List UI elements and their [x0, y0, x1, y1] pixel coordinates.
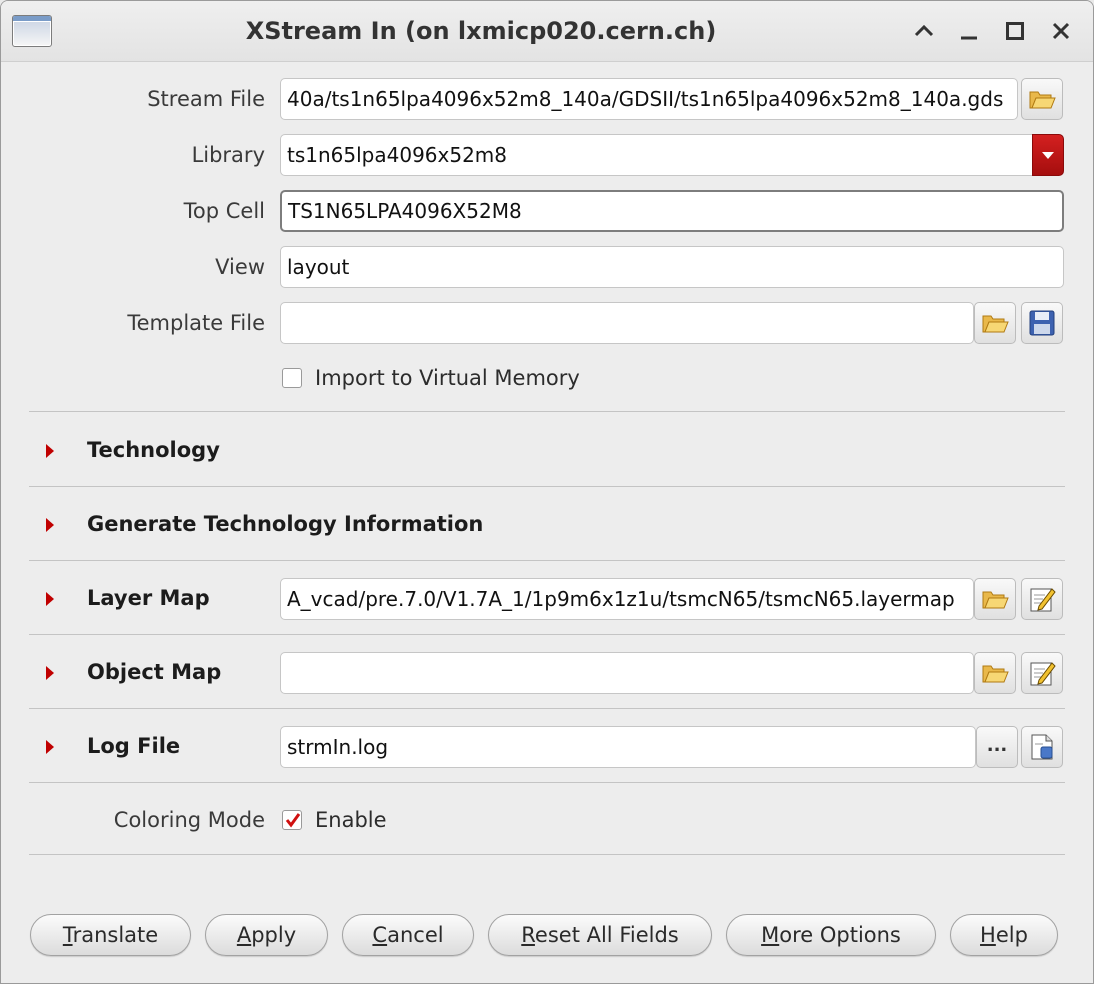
- reset-label: eset All Fields: [534, 923, 679, 947]
- translate-button[interactable]: Translate: [30, 914, 191, 956]
- folder-open-icon: [1029, 91, 1056, 109]
- cancel-mnemonic: C: [372, 923, 388, 947]
- folder-open-icon: [982, 591, 1009, 609]
- divider: [29, 708, 1065, 709]
- more-mnemonic: M: [761, 923, 780, 947]
- reset-mnemonic: R: [521, 923, 535, 947]
- divider: [29, 411, 1065, 412]
- top-cell-input[interactable]: TS1N65LPA4096X52M8: [280, 190, 1064, 232]
- template-file-input[interactable]: [280, 302, 974, 344]
- library-dropdown-button[interactable]: [1032, 134, 1064, 176]
- reset-all-fields-button[interactable]: Reset All Fields: [488, 914, 712, 956]
- template-file-save-button[interactable]: [1021, 302, 1063, 344]
- object-map-input[interactable]: [280, 652, 974, 694]
- folder-open-icon: [982, 315, 1009, 333]
- apply-button[interactable]: Apply: [205, 914, 328, 956]
- log-file-input[interactable]: strmIn.log: [280, 726, 976, 768]
- technology-expand-arrow-icon[interactable]: [46, 444, 54, 458]
- more-options-button[interactable]: More Options: [726, 914, 936, 956]
- close-icon[interactable]: [1045, 15, 1077, 47]
- layer-map-input[interactable]: A_vcad/pre.7.0/V1.7A_1/1p9m6x1z1u/tsmcN6…: [280, 578, 974, 620]
- template-file-browse-button[interactable]: [974, 302, 1016, 344]
- apply-label: pply: [251, 923, 297, 947]
- stream-file-input[interactable]: 40a/ts1n65lpa4096x52m8_140a/GDSII/ts1n65…: [280, 78, 1018, 120]
- stream-file-browse-button[interactable]: [1021, 78, 1063, 120]
- xstream-in-dialog: XStream In (on lxmicp020.cern.ch) Stream…: [0, 0, 1094, 984]
- coloring-enable-label: Enable: [315, 808, 387, 832]
- window-title: XStream In (on lxmicp020.cern.ch): [245, 17, 717, 45]
- object-map-edit-button[interactable]: [1021, 652, 1063, 694]
- divider: [29, 782, 1065, 783]
- more-label: ore Options: [779, 923, 901, 947]
- divider: [29, 854, 1065, 855]
- layer-map-section-label[interactable]: Layer Map: [87, 586, 210, 610]
- translate-label: ranslate: [72, 923, 159, 947]
- cancel-label: ancel: [387, 923, 444, 947]
- cancel-button[interactable]: Cancel: [342, 914, 474, 956]
- log-file-expand-arrow-icon[interactable]: [46, 740, 54, 754]
- object-map-expand-arrow-icon[interactable]: [46, 666, 54, 680]
- coloring-mode-label: Coloring Mode: [113, 808, 265, 832]
- object-map-section-label[interactable]: Object Map: [87, 660, 221, 684]
- divider: [29, 486, 1065, 487]
- divider: [29, 560, 1065, 561]
- library-select[interactable]: ts1n65lpa4096x52m8: [280, 134, 1034, 176]
- divider: [29, 634, 1065, 635]
- view-input[interactable]: layout: [280, 246, 1064, 288]
- log-file-browse-button[interactable]: ...: [976, 726, 1018, 768]
- coloring-enable-checkbox[interactable]: [282, 810, 302, 830]
- minimize-icon[interactable]: [953, 15, 985, 47]
- import-virtual-memory-checkbox[interactable]: [282, 368, 302, 388]
- help-label: elp: [995, 923, 1028, 947]
- log-file-icon: [1031, 734, 1053, 760]
- layer-map-browse-button[interactable]: [974, 578, 1016, 620]
- layer-map-expand-arrow-icon[interactable]: [46, 592, 54, 606]
- shade-up-icon[interactable]: [908, 15, 940, 47]
- template-file-label: Template File: [127, 311, 265, 335]
- view-label: View: [215, 255, 265, 279]
- folder-open-icon: [982, 665, 1009, 683]
- library-label: Library: [191, 143, 265, 167]
- stream-file-label: Stream File: [147, 87, 265, 111]
- apply-mnemonic: A: [236, 923, 252, 947]
- translate-mnemonic: T: [62, 923, 73, 947]
- help-mnemonic: H: [980, 923, 996, 947]
- edit-icon: [1030, 662, 1056, 686]
- import-virtual-memory-label: Import to Virtual Memory: [315, 366, 580, 390]
- help-button[interactable]: Help: [950, 914, 1058, 956]
- checkmark-icon: [285, 813, 301, 828]
- edit-icon: [1030, 588, 1056, 612]
- maximize-icon[interactable]: [999, 15, 1031, 47]
- log-file-view-button[interactable]: [1021, 726, 1063, 768]
- gen-tech-info-expand-arrow-icon[interactable]: [46, 518, 54, 532]
- top-cell-label: Top Cell: [183, 199, 265, 223]
- title-bar: XStream In (on lxmicp020.cern.ch): [1, 1, 1093, 62]
- technology-section-label[interactable]: Technology: [87, 438, 220, 462]
- object-map-browse-button[interactable]: [974, 652, 1016, 694]
- app-icon[interactable]: [12, 15, 52, 47]
- save-icon: [1029, 310, 1055, 336]
- log-file-section-label[interactable]: Log File: [87, 734, 180, 758]
- gen-tech-info-section-label[interactable]: Generate Technology Information: [87, 512, 483, 536]
- layer-map-edit-button[interactable]: [1021, 578, 1063, 620]
